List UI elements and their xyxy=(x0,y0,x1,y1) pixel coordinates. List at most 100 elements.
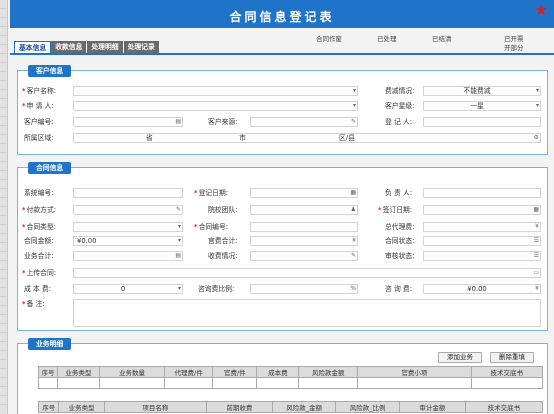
fee-reduction-value: 不能费减 xyxy=(463,87,491,95)
calendar-icon[interactable]: ▦ xyxy=(350,189,356,197)
sign-date-field[interactable]: ▦ xyxy=(423,205,541,215)
tab-process-log[interactable]: 处理记录 xyxy=(123,41,160,53)
table-cell[interactable] xyxy=(56,377,100,389)
note-textarea[interactable] xyxy=(73,299,541,327)
upload-contract-label: *上传合同: xyxy=(22,268,56,278)
pencil-icon[interactable]: ✎ xyxy=(351,118,356,126)
table-header-cell: 项目名称 xyxy=(103,401,207,413)
list-icon[interactable]: ☰ xyxy=(534,237,539,245)
percent-unit: % xyxy=(350,285,356,292)
table-header-cell: 业务数量 xyxy=(98,366,165,378)
customer-code-field[interactable]: ▤ xyxy=(73,117,183,127)
consult-fee-value: ¥0.00 xyxy=(467,285,487,293)
audit-status-field[interactable]: ☰ xyxy=(423,251,541,261)
tab-payment-info[interactable]: 收款信息 xyxy=(51,41,88,53)
school-team-label: 院校团队: xyxy=(208,206,238,214)
table-cell[interactable] xyxy=(298,377,359,389)
table-header-cell: 审计金额 xyxy=(398,401,466,413)
document-icon: ▤ xyxy=(175,252,181,259)
chevron-down-icon[interactable]: ▾ xyxy=(178,285,181,293)
cost-field[interactable]: 0 ▾ xyxy=(73,284,183,294)
consult-ratio-field[interactable]: % xyxy=(250,284,358,294)
table-header-cell: 代理费/件 xyxy=(163,366,214,378)
register-date-label: *登记日期: xyxy=(194,188,228,198)
contract-number-field[interactable] xyxy=(250,222,358,232)
table-header-cell: 技术交底书 xyxy=(464,401,544,413)
consult-fee-field[interactable]: ¥0.00 ¥ xyxy=(423,284,541,294)
customer-name-field[interactable]: ▾ xyxy=(73,86,358,96)
table-header-cell: 技术交底书 xyxy=(470,366,544,378)
status-partial: 开部分 xyxy=(504,44,524,52)
table-row[interactable] xyxy=(38,377,544,389)
customer-source-label: 客户来源: xyxy=(208,118,238,126)
register-date-field[interactable]: ▦ xyxy=(250,188,358,198)
table-header-cell: 官费小项 xyxy=(357,366,472,378)
chevron-down-icon[interactable]: ▾ xyxy=(178,223,181,231)
status-void: 合同作废 xyxy=(316,35,342,43)
fee-reduction-select[interactable]: 不能费减 ▾ xyxy=(423,86,541,96)
calendar-icon[interactable]: ▦ xyxy=(533,206,539,214)
contract-status-field[interactable]: ☰ xyxy=(423,236,541,246)
tab-basic-info[interactable]: 基本信息 xyxy=(14,41,52,53)
pencil-icon[interactable]: ✎ xyxy=(176,206,181,214)
tab-underline xyxy=(10,53,554,55)
reset-button[interactable]: 删除重填 xyxy=(490,352,534,363)
applicant-label-text: 申 请 人: xyxy=(26,102,54,110)
chevron-down-icon[interactable]: ▾ xyxy=(353,102,356,110)
contract-amount-field[interactable]: ¥0.00 ▾ xyxy=(73,236,183,246)
district-label: 区/县 xyxy=(339,134,355,142)
business-total-field[interactable]: ▤ xyxy=(73,251,183,261)
customer-star-select[interactable]: 一星 ▾ xyxy=(423,101,541,111)
contract-number-label: *合同编号: xyxy=(194,222,228,232)
gear-icon[interactable]: ⚙ xyxy=(534,134,539,142)
star-icon[interactable]: ★ xyxy=(535,3,548,18)
table-cell[interactable] xyxy=(38,377,58,389)
window-title: 合同信息登记表 xyxy=(229,10,335,24)
chevron-down-icon[interactable]: ▾ xyxy=(353,87,356,95)
payment-method-field[interactable]: ✎ xyxy=(73,205,183,215)
contract-type-label-text: 合同类型: xyxy=(26,223,57,231)
table-header-cell: 前期收费 xyxy=(205,401,273,413)
person-icon[interactable]: ♟ xyxy=(351,206,356,214)
receipt-status-field[interactable]: ✎ xyxy=(250,251,358,261)
registrar-field[interactable] xyxy=(423,117,541,127)
system-number-field[interactable] xyxy=(73,188,183,198)
upload-contract-field[interactable]: ▭ xyxy=(73,268,541,278)
required-mark: * xyxy=(194,189,198,197)
chevron-down-icon[interactable]: ▾ xyxy=(536,87,539,95)
customer-source-field[interactable]: ✎ xyxy=(250,117,358,127)
official-fee-label: 官费合计: xyxy=(208,237,238,245)
chevron-down-icon[interactable]: ▾ xyxy=(536,102,539,110)
required-mark: * xyxy=(22,300,26,308)
official-fee-field[interactable]: ¥ xyxy=(250,236,358,246)
tab-process-detail[interactable]: 处理明细 xyxy=(87,41,124,53)
business-section: 业务明细 添加业务 删除重填 序号 业务类型 业务数量 代理费/件 官费/件 成… xyxy=(17,338,548,414)
customer-code-label: 客户编号: xyxy=(24,118,54,126)
table-cell[interactable] xyxy=(357,377,472,389)
folder-icon[interactable]: ▭ xyxy=(533,269,539,277)
contract-number-label-text: 合同编号: xyxy=(198,223,229,231)
system-number-label: 系统编号: xyxy=(24,189,54,197)
region-field[interactable]: 省 市 区/县 ⚙ xyxy=(73,133,541,143)
table-header-row: 序号 业务类型 业务数量 代理费/件 官费/件 成本费 风险款金额 官费小项 技… xyxy=(38,366,544,378)
receipt-status-label: 收费情况: xyxy=(208,252,238,260)
table-cell[interactable] xyxy=(98,377,165,389)
customer-star-label: 客户星级: xyxy=(385,102,415,110)
chevron-down-icon[interactable]: ▾ xyxy=(178,237,181,245)
agent-fee-field[interactable]: ¥ xyxy=(423,222,541,232)
customer-section: 客户信息 *客户名称: ▾ 费减情况: 不能费减 ▾ *申 请 人: ▾ 客户星级… xyxy=(17,65,548,155)
agent-fee-label: 总代理费: xyxy=(385,223,415,231)
add-business-button[interactable]: 添加业务 xyxy=(438,352,482,363)
table-cell[interactable] xyxy=(470,377,544,389)
table-header-cell: 业务类型 xyxy=(56,366,100,378)
pencil-icon[interactable]: ✎ xyxy=(351,252,356,260)
table-cell[interactable] xyxy=(212,377,258,389)
contract-type-select[interactable]: ▾ xyxy=(73,222,183,232)
table-cell[interactable] xyxy=(163,377,214,389)
table-cell[interactable] xyxy=(256,377,300,389)
contract-amount-label: 合同金额: xyxy=(24,237,54,245)
applicant-field[interactable]: ▾ xyxy=(73,101,358,111)
owner-field[interactable] xyxy=(423,188,541,198)
list-icon[interactable]: ☰ xyxy=(534,252,539,260)
school-team-field[interactable]: ♟ xyxy=(250,205,358,215)
